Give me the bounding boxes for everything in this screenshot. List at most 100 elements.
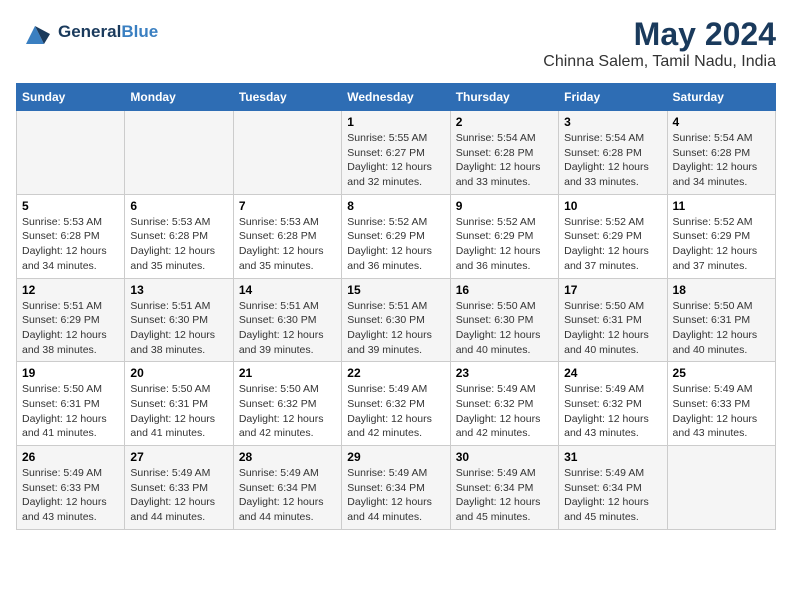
calendar-cell: 7 Sunrise: 5:53 AM Sunset: 6:28 PM Daylig… [233, 194, 341, 278]
day-number: 14 [239, 283, 336, 297]
day-detail: Sunrise: 5:49 AM Sunset: 6:34 PM Dayligh… [239, 466, 336, 525]
day-number: 6 [130, 199, 227, 213]
calendar-cell: 9Sunrise: 5:52 AM Sunset: 6:29 PM Daylig… [450, 194, 558, 278]
logo-blue: Blue [121, 22, 158, 41]
day-number: 31 [564, 450, 661, 464]
day-detail: Sunrise: 5:54 AM Sunset: 6:28 PM Dayligh… [673, 131, 770, 190]
calendar-cell: 8 Sunrise: 5:52 AM Sunset: 6:29 PM Daylig… [342, 194, 450, 278]
day-detail: Sunrise: 5:52 AM Sunset: 6:29 PM Dayligh… [564, 215, 661, 274]
calendar-cell: 22 Sunrise: 5:49 AM Sunset: 6:32 PM Dayli… [342, 362, 450, 446]
day-detail: Sunrise: 5:51 AM Sunset: 6:30 PM Dayligh… [130, 299, 227, 358]
logo-general: General [58, 22, 121, 41]
calendar-cell: 16 Sunrise: 5:50 AM Sunset: 6:30 PM Dayli… [450, 278, 558, 362]
calendar-cell: 15 Sunrise: 5:51 AM Sunset: 6:30 PM Dayli… [342, 278, 450, 362]
day-number: 21 [239, 366, 336, 380]
weekday-header-wednesday: Wednesday [342, 84, 450, 111]
day-detail: Sunrise: 5:49 AM Sunset: 6:32 PM Dayligh… [456, 382, 553, 441]
day-detail: Sunrise: 5:51 AM Sunset: 6:29 PM Dayligh… [22, 299, 119, 358]
calendar-cell: 26 Sunrise: 5:49 AM Sunset: 6:33 PM Dayli… [17, 446, 125, 530]
calendar-cell [233, 111, 341, 195]
day-detail: Sunrise: 5:55 AM Sunset: 6:27 PM Dayligh… [347, 131, 444, 190]
day-number: 7 [239, 199, 336, 213]
calendar-subtitle: Chinna Salem, Tamil Nadu, India [543, 53, 776, 71]
calendar-cell: 4 Sunrise: 5:54 AM Sunset: 6:28 PM Daylig… [667, 111, 775, 195]
day-number: 26 [22, 450, 119, 464]
day-number: 29 [347, 450, 444, 464]
calendar-cell: 28 Sunrise: 5:49 AM Sunset: 6:34 PM Dayli… [233, 446, 341, 530]
day-detail: Sunrise: 5:53 AM Sunset: 6:28 PM Dayligh… [22, 215, 119, 274]
calendar-cell: 20Sunrise: 5:50 AM Sunset: 6:31 PM Dayli… [125, 362, 233, 446]
day-detail: Sunrise: 5:49 AM Sunset: 6:33 PM Dayligh… [22, 466, 119, 525]
day-number: 2 [456, 115, 553, 129]
day-number: 3 [564, 115, 661, 129]
day-number: 13 [130, 283, 227, 297]
day-number: 30 [456, 450, 553, 464]
week-row-2: 5 Sunrise: 5:53 AM Sunset: 6:28 PM Daylig… [17, 194, 776, 278]
week-row-3: 12 Sunrise: 5:51 AM Sunset: 6:29 PM Dayli… [17, 278, 776, 362]
page-header: GeneralBlue May 2024 Chinna Salem, Tamil… [16, 16, 776, 71]
day-number: 10 [564, 199, 661, 213]
day-detail: Sunrise: 5:51 AM Sunset: 6:30 PM Dayligh… [239, 299, 336, 358]
day-detail: Sunrise: 5:49 AM Sunset: 6:34 PM Dayligh… [456, 466, 553, 525]
day-detail: Sunrise: 5:49 AM Sunset: 6:32 PM Dayligh… [564, 382, 661, 441]
day-number: 18 [673, 283, 770, 297]
day-detail: Sunrise: 5:49 AM Sunset: 6:32 PM Dayligh… [347, 382, 444, 441]
weekday-header-row: SundayMondayTuesdayWednesdayThursdayFrid… [17, 84, 776, 111]
calendar-cell [125, 111, 233, 195]
weekday-header-monday: Monday [125, 84, 233, 111]
day-detail: Sunrise: 5:49 AM Sunset: 6:34 PM Dayligh… [347, 466, 444, 525]
calendar-cell: 18Sunrise: 5:50 AM Sunset: 6:31 PM Dayli… [667, 278, 775, 362]
logo-icon [16, 16, 54, 48]
day-number: 11 [673, 199, 770, 213]
day-number: 8 [347, 199, 444, 213]
day-number: 24 [564, 366, 661, 380]
weekday-header-saturday: Saturday [667, 84, 775, 111]
calendar-title: May 2024 [543, 16, 776, 53]
day-number: 17 [564, 283, 661, 297]
day-number: 5 [22, 199, 119, 213]
day-number: 15 [347, 283, 444, 297]
day-detail: Sunrise: 5:50 AM Sunset: 6:31 PM Dayligh… [22, 382, 119, 441]
day-detail: Sunrise: 5:52 AM Sunset: 6:29 PM Dayligh… [347, 215, 444, 274]
calendar-table: SundayMondayTuesdayWednesdayThursdayFrid… [16, 83, 776, 530]
calendar-cell: 3Sunrise: 5:54 AM Sunset: 6:28 PM Daylig… [559, 111, 667, 195]
day-number: 12 [22, 283, 119, 297]
calendar-cell: 5 Sunrise: 5:53 AM Sunset: 6:28 PM Daylig… [17, 194, 125, 278]
calendar-cell: 11 Sunrise: 5:52 AM Sunset: 6:29 PM Dayli… [667, 194, 775, 278]
week-row-5: 26 Sunrise: 5:49 AM Sunset: 6:33 PM Dayli… [17, 446, 776, 530]
day-number: 4 [673, 115, 770, 129]
calendar-cell: 25Sunrise: 5:49 AM Sunset: 6:33 PM Dayli… [667, 362, 775, 446]
calendar-cell: 31 Sunrise: 5:49 AM Sunset: 6:34 PM Dayli… [559, 446, 667, 530]
day-number: 22 [347, 366, 444, 380]
calendar-cell: 24 Sunrise: 5:49 AM Sunset: 6:32 PM Dayli… [559, 362, 667, 446]
day-detail: Sunrise: 5:50 AM Sunset: 6:30 PM Dayligh… [456, 299, 553, 358]
day-number: 19 [22, 366, 119, 380]
weekday-header-tuesday: Tuesday [233, 84, 341, 111]
calendar-cell [17, 111, 125, 195]
day-detail: Sunrise: 5:49 AM Sunset: 6:34 PM Dayligh… [564, 466, 661, 525]
day-number: 20 [130, 366, 227, 380]
day-number: 28 [239, 450, 336, 464]
calendar-cell: 23Sunrise: 5:49 AM Sunset: 6:32 PM Dayli… [450, 362, 558, 446]
title-block: May 2024 Chinna Salem, Tamil Nadu, India [543, 16, 776, 71]
calendar-cell: 19 Sunrise: 5:50 AM Sunset: 6:31 PM Dayli… [17, 362, 125, 446]
calendar-cell: 12 Sunrise: 5:51 AM Sunset: 6:29 PM Dayli… [17, 278, 125, 362]
weekday-header-friday: Friday [559, 84, 667, 111]
calendar-cell: 1 Sunrise: 5:55 AM Sunset: 6:27 PM Daylig… [342, 111, 450, 195]
weekday-header-thursday: Thursday [450, 84, 558, 111]
day-detail: Sunrise: 5:49 AM Sunset: 6:33 PM Dayligh… [130, 466, 227, 525]
week-row-1: 1 Sunrise: 5:55 AM Sunset: 6:27 PM Daylig… [17, 111, 776, 195]
day-detail: Sunrise: 5:53 AM Sunset: 6:28 PM Dayligh… [130, 215, 227, 274]
day-detail: Sunrise: 5:51 AM Sunset: 6:30 PM Dayligh… [347, 299, 444, 358]
calendar-cell: 10 Sunrise: 5:52 AM Sunset: 6:29 PM Dayli… [559, 194, 667, 278]
calendar-cell: 6 Sunrise: 5:53 AM Sunset: 6:28 PM Daylig… [125, 194, 233, 278]
day-number: 16 [456, 283, 553, 297]
day-number: 1 [347, 115, 444, 129]
day-detail: Sunrise: 5:53 AM Sunset: 6:28 PM Dayligh… [239, 215, 336, 274]
logo: GeneralBlue [16, 16, 158, 48]
day-detail: Sunrise: 5:52 AM Sunset: 6:29 PM Dayligh… [673, 215, 770, 274]
calendar-cell: 21Sunrise: 5:50 AM Sunset: 6:32 PM Dayli… [233, 362, 341, 446]
calendar-cell: 17 Sunrise: 5:50 AM Sunset: 6:31 PM Dayli… [559, 278, 667, 362]
calendar-cell: 14 Sunrise: 5:51 AM Sunset: 6:30 PM Dayli… [233, 278, 341, 362]
day-detail: Sunrise: 5:50 AM Sunset: 6:31 PM Dayligh… [564, 299, 661, 358]
